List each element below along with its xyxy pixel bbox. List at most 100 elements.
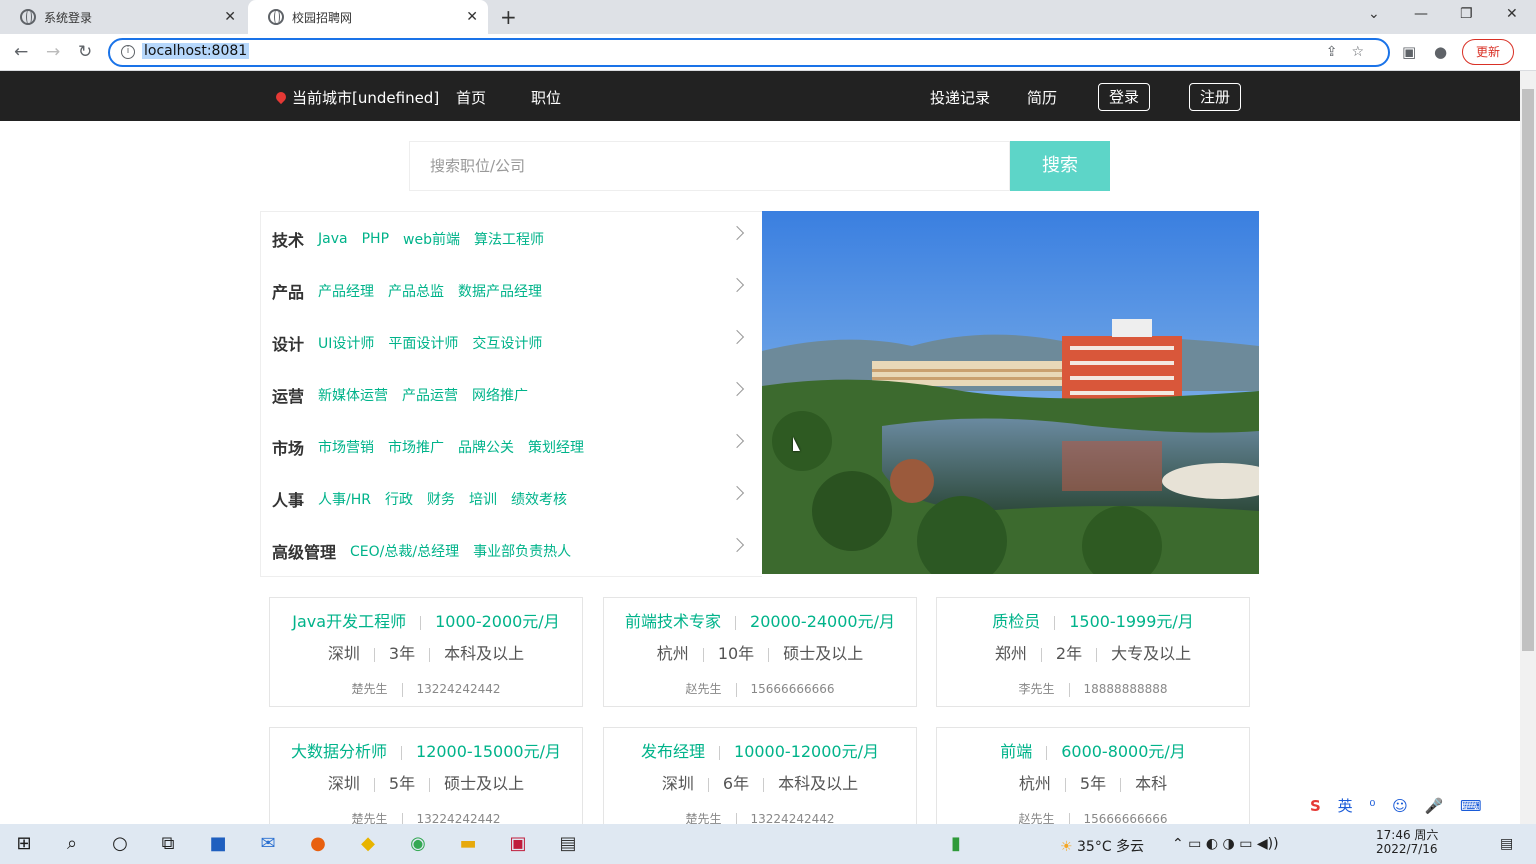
folder-icon[interactable]: ▬ (456, 832, 480, 856)
category-link[interactable]: 市场营销 (318, 437, 374, 457)
category-link[interactable]: 市场推广 (388, 437, 444, 457)
category-link[interactable]: 培训 (469, 489, 497, 509)
login-button[interactable]: 登录 (1098, 83, 1151, 111)
category-link[interactable]: 产品经理 (318, 281, 374, 301)
current-city[interactable]: 当前城市[undefined] (273, 87, 439, 108)
update-button[interactable]: 更新 (1462, 39, 1514, 65)
weather[interactable]: ☀ 35°C 多云 (1060, 836, 1144, 856)
chrome-icon[interactable]: ◉ (406, 832, 430, 856)
clock[interactable]: 17:46 周六 2022/7/16 (1376, 828, 1438, 856)
job-city: 深圳 (327, 774, 360, 793)
category-link[interactable]: Java (318, 231, 348, 247)
page-scrollbar[interactable] (1520, 71, 1536, 824)
close-window-icon[interactable]: ✕ (1506, 6, 1518, 22)
job-title[interactable]: 质检员 (992, 612, 1040, 631)
category-link[interactable]: 品牌公关 (458, 437, 514, 457)
job-experience: 5年 (388, 774, 416, 793)
cortana-icon[interactable]: ○ (108, 832, 132, 856)
job-phone: 13224242442 (416, 682, 501, 696)
search-button[interactable]: 搜索 (1010, 141, 1110, 191)
job-salary: 10000-12000元/月 (734, 742, 879, 761)
battery-app-icon[interactable]: ▮ (944, 832, 968, 856)
job-title[interactable]: 大数据分析师 (291, 742, 387, 761)
close-tab-icon[interactable]: ✕ (466, 9, 478, 25)
category-row[interactable]: 设计 UI设计师 平面设计师 交互设计师 (272, 328, 745, 358)
scrollbar-thumb[interactable] (1522, 89, 1534, 651)
app-icon[interactable]: ◆ (356, 832, 380, 856)
category-row[interactable]: 产品 产品经理 产品总监 数据产品经理 (272, 276, 745, 306)
job-card[interactable]: 前端技术专家 20000-24000元/月 杭州 10年 硕士及以上 赵先生 15666… (603, 597, 917, 707)
share-bookmark-icons[interactable]: ⇪☆ (1326, 44, 1378, 60)
category-link[interactable]: 交互设计师 (472, 333, 542, 353)
job-card[interactable]: 前端 6000-8000元/月 杭州 5年 本科 赵先生 15666666666 (936, 727, 1250, 837)
category-link[interactable]: 新媒体运营 (318, 385, 388, 405)
start-icon[interactable]: ⊞ (12, 832, 36, 856)
site-info-icon[interactable]: i (121, 45, 135, 59)
category-link[interactable]: 算法工程师 (474, 229, 544, 249)
tab-campus-recruit[interactable]: 校园招聘网 ✕ (248, 0, 488, 34)
minimize-icon[interactable]: — (1414, 6, 1428, 22)
category-link[interactable]: web前端 (403, 229, 460, 249)
category-row[interactable]: 人事 人事/HR 行政 财务 培训 绩效考核 (272, 484, 745, 514)
category-row[interactable]: 技术 Java PHP web前端 算法工程师 (272, 224, 745, 254)
job-card[interactable]: 大数据分析师 12000-15000元/月 深圳 5年 硕士及以上 楚先生 132242… (269, 727, 583, 837)
sidebar-icon[interactable]: ▣ (1402, 43, 1416, 61)
firefox-icon[interactable]: ● (306, 832, 330, 856)
restore-icon[interactable]: ❐ (1460, 6, 1473, 22)
nav-home[interactable]: 首页 (456, 87, 486, 108)
category-link[interactable]: 策划经理 (528, 437, 584, 457)
tab-search-icon[interactable]: ⌄ (1368, 6, 1380, 22)
job-card[interactable]: 发布经理 10000-12000元/月 深圳 6年 本科及以上 楚先生 13224242… (603, 727, 917, 837)
notification-icon[interactable]: ▤ (1500, 836, 1513, 852)
sogou-icon[interactable]: S (1310, 797, 1327, 815)
job-card[interactable]: Java开发工程师 1000-2000元/月 深圳 3年 本科及以上 楚先生 13224… (269, 597, 583, 707)
register-button[interactable]: 注册 (1189, 83, 1242, 111)
ime-toolbar[interactable]: S 英 ⁰ ☺ 🎤 ⌨ (1310, 795, 1488, 821)
category-row[interactable]: 高级管理 CEO/总裁/总经理 事业部负责热人 (272, 536, 745, 566)
store-icon[interactable]: ■ (206, 832, 230, 856)
category-link[interactable]: CEO/总裁/总经理 (350, 541, 459, 561)
profile-icon[interactable]: ● (1434, 43, 1447, 61)
ime-language[interactable]: 英 (1338, 797, 1359, 815)
category-link[interactable]: 人事/HR (318, 489, 371, 509)
category-link[interactable]: 绩效考核 (511, 489, 567, 509)
idea-icon[interactable]: ▣ (506, 832, 530, 856)
category-link[interactable]: UI设计师 (318, 333, 374, 353)
category-link[interactable]: PHP (362, 231, 389, 247)
url-input[interactable]: i localhost:8081 ⇪☆ (108, 38, 1390, 67)
search-input[interactable]: 搜索职位/公司 (409, 141, 1010, 191)
job-title[interactable]: 前端技术专家 (625, 612, 721, 631)
nav-resume[interactable]: 简历 (1027, 87, 1057, 108)
url-text[interactable]: localhost:8081 (142, 43, 250, 59)
job-salary: 12000-15000元/月 (416, 742, 561, 761)
tray-icons[interactable]: ⌃ ▭ ◐ ◑ ▭ ◀)) (1172, 836, 1279, 852)
category-link[interactable]: 平面设计师 (388, 333, 458, 353)
mail-icon[interactable]: ✉ (256, 832, 280, 856)
new-tab-icon[interactable]: + (500, 5, 517, 29)
job-card[interactable]: 质检员 1500-1999元/月 郑州 2年 大专及以上 李先生 18888888888 (936, 597, 1250, 707)
job-title[interactable]: 前端 (1000, 742, 1032, 761)
nav-records[interactable]: 投递记录 (930, 87, 990, 108)
category-link[interactable]: 事业部负责热人 (473, 541, 571, 561)
category-link[interactable]: 产品总监 (388, 281, 444, 301)
close-tab-icon[interactable]: ✕ (224, 9, 236, 25)
task-view-icon[interactable]: ⧉ (156, 832, 180, 856)
job-salary: 20000-24000元/月 (750, 612, 895, 631)
job-title[interactable]: Java开发工程师 (292, 612, 406, 631)
reload-icon[interactable]: ↻ (78, 42, 92, 62)
forward-icon[interactable]: → (46, 42, 60, 62)
tab-system-login[interactable]: 系统登录 ✕ (0, 0, 246, 34)
chevron-right-icon (729, 485, 745, 501)
category-link[interactable]: 数据产品经理 (458, 281, 542, 301)
category-link[interactable]: 产品运营 (402, 385, 458, 405)
terminal-icon[interactable]: ▤ (556, 832, 580, 856)
category-link[interactable]: 网络推广 (472, 385, 528, 405)
back-icon[interactable]: ← (14, 42, 28, 62)
category-row[interactable]: 市场 市场营销 市场推广 品牌公关 策划经理 (272, 432, 745, 462)
job-title[interactable]: 发布经理 (641, 742, 705, 761)
search-icon[interactable]: ⌕ (60, 832, 84, 856)
category-link[interactable]: 行政 (385, 489, 413, 509)
category-row[interactable]: 运营 新媒体运营 产品运营 网络推广 (272, 380, 745, 410)
nav-jobs[interactable]: 职位 (531, 87, 561, 108)
category-link[interactable]: 财务 (427, 489, 455, 509)
